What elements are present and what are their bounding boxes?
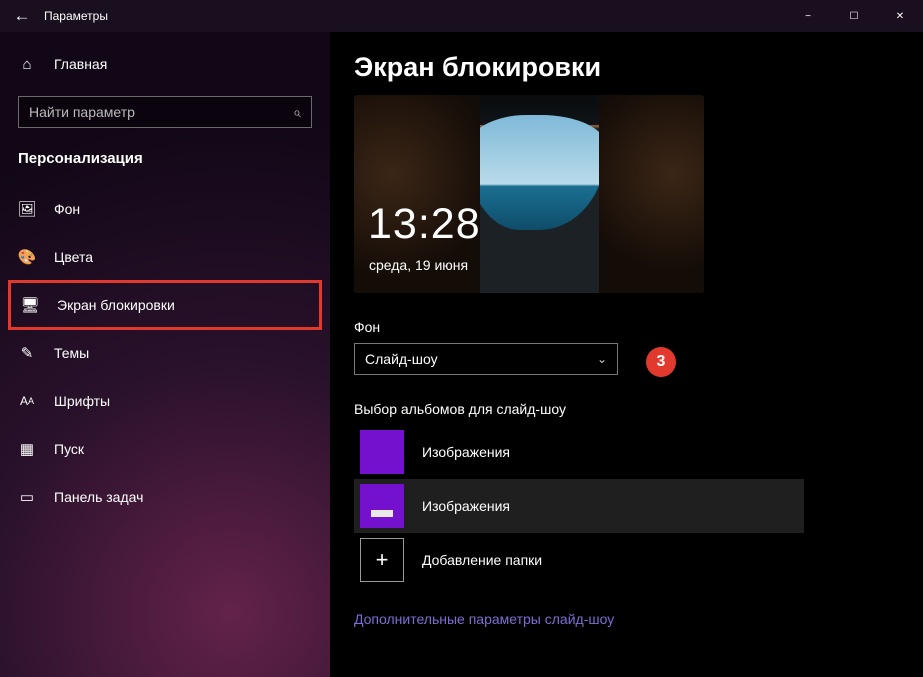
palette-icon: 🎨	[18, 248, 36, 266]
album-name: Изображения	[422, 444, 510, 460]
folder-bar-icon	[371, 510, 393, 517]
lockscreen-preview: 13:28 среда, 19 июня	[354, 95, 704, 293]
fonts-icon: AA	[18, 394, 36, 408]
picture-icon: 🖼	[18, 200, 36, 218]
sidebar-item-background[interactable]: 🖼 Фон	[0, 185, 330, 233]
start-icon: ▦	[18, 440, 36, 458]
sidebar-item-start[interactable]: ▦ Пуск	[0, 425, 330, 473]
sidebar-item-colors[interactable]: 🎨 Цвета	[0, 233, 330, 281]
background-label: Фон	[354, 319, 899, 335]
back-button[interactable]: ←	[0, 0, 44, 32]
sidebar: ⌂ Главная Найти параметр ⌕ Персонализаци…	[0, 32, 330, 677]
page-title: Экран блокировки	[354, 52, 899, 83]
sidebar-item-label: Пуск	[54, 441, 84, 457]
sidebar-item-label: Шрифты	[54, 393, 110, 409]
maximize-button[interactable]: ☐	[831, 0, 877, 32]
albums-label: Выбор альбомов для слайд-шоу	[354, 401, 899, 417]
title-bar: ← Параметры − ☐ ✕	[0, 0, 923, 32]
sidebar-item-label: Экран блокировки	[57, 297, 175, 313]
sidebar-item-label: Цвета	[54, 249, 93, 265]
annotation-marker-3: 3	[646, 347, 676, 377]
album-name: Изображения	[422, 498, 510, 514]
sidebar-item-taskbar[interactable]: ▭ Панель задач	[0, 473, 330, 521]
folder-icon	[360, 430, 404, 474]
sidebar-item-label: Панель задач	[54, 489, 143, 505]
chevron-down-icon: ⌄	[597, 352, 607, 366]
dropdown-value: Слайд-шоу	[365, 351, 438, 367]
arrow-left-icon: ←	[14, 6, 31, 26]
preview-sky	[466, 115, 606, 230]
preview-rock-right	[599, 95, 704, 293]
advanced-slideshow-link[interactable]: Дополнительные параметры слайд-шоу	[354, 611, 899, 627]
home-icon: ⌂	[18, 56, 36, 73]
window-title: Параметры	[44, 9, 785, 23]
taskbar-icon: ▭	[18, 488, 36, 506]
maximize-icon: ☐	[850, 11, 859, 22]
sidebar-section-title: Персонализация	[0, 142, 330, 185]
search-input[interactable]: Найти параметр ⌕	[18, 96, 312, 128]
sidebar-item-lockscreen[interactable]: 🖥 Экран блокировки	[8, 280, 322, 330]
themes-icon: ✎	[18, 344, 36, 362]
lockscreen-icon: 🖥	[21, 296, 39, 314]
search-placeholder: Найти параметр	[29, 104, 135, 120]
window-controls: − ☐ ✕	[785, 0, 923, 32]
album-item-2[interactable]: Изображения	[354, 479, 804, 533]
search-icon: ⌕	[293, 104, 301, 121]
close-icon: ✕	[896, 11, 904, 22]
minimize-icon: −	[805, 11, 811, 22]
sidebar-home[interactable]: ⌂ Главная	[0, 42, 330, 86]
sidebar-item-themes[interactable]: ✎ Темы	[0, 329, 330, 377]
background-dropdown[interactable]: Слайд-шоу ⌄	[354, 343, 618, 375]
add-folder-label: Добавление папки	[422, 552, 542, 568]
close-button[interactable]: ✕	[877, 0, 923, 32]
sidebar-item-label: Темы	[54, 345, 89, 361]
plus-icon: +	[360, 538, 404, 582]
minimize-button[interactable]: −	[785, 0, 831, 32]
album-item-1[interactable]: Изображения	[354, 425, 804, 479]
preview-date: среда, 19 июня	[369, 257, 468, 273]
add-folder-button[interactable]: + Добавление папки	[354, 533, 804, 587]
preview-time: 13:28	[368, 200, 481, 249]
folder-icon	[360, 484, 404, 528]
home-label: Главная	[54, 56, 107, 72]
sidebar-item-fonts[interactable]: AA Шрифты	[0, 377, 330, 425]
main-content: Экран блокировки 13:28 среда, 19 июня Фо…	[330, 32, 923, 677]
sidebar-item-label: Фон	[54, 201, 80, 217]
